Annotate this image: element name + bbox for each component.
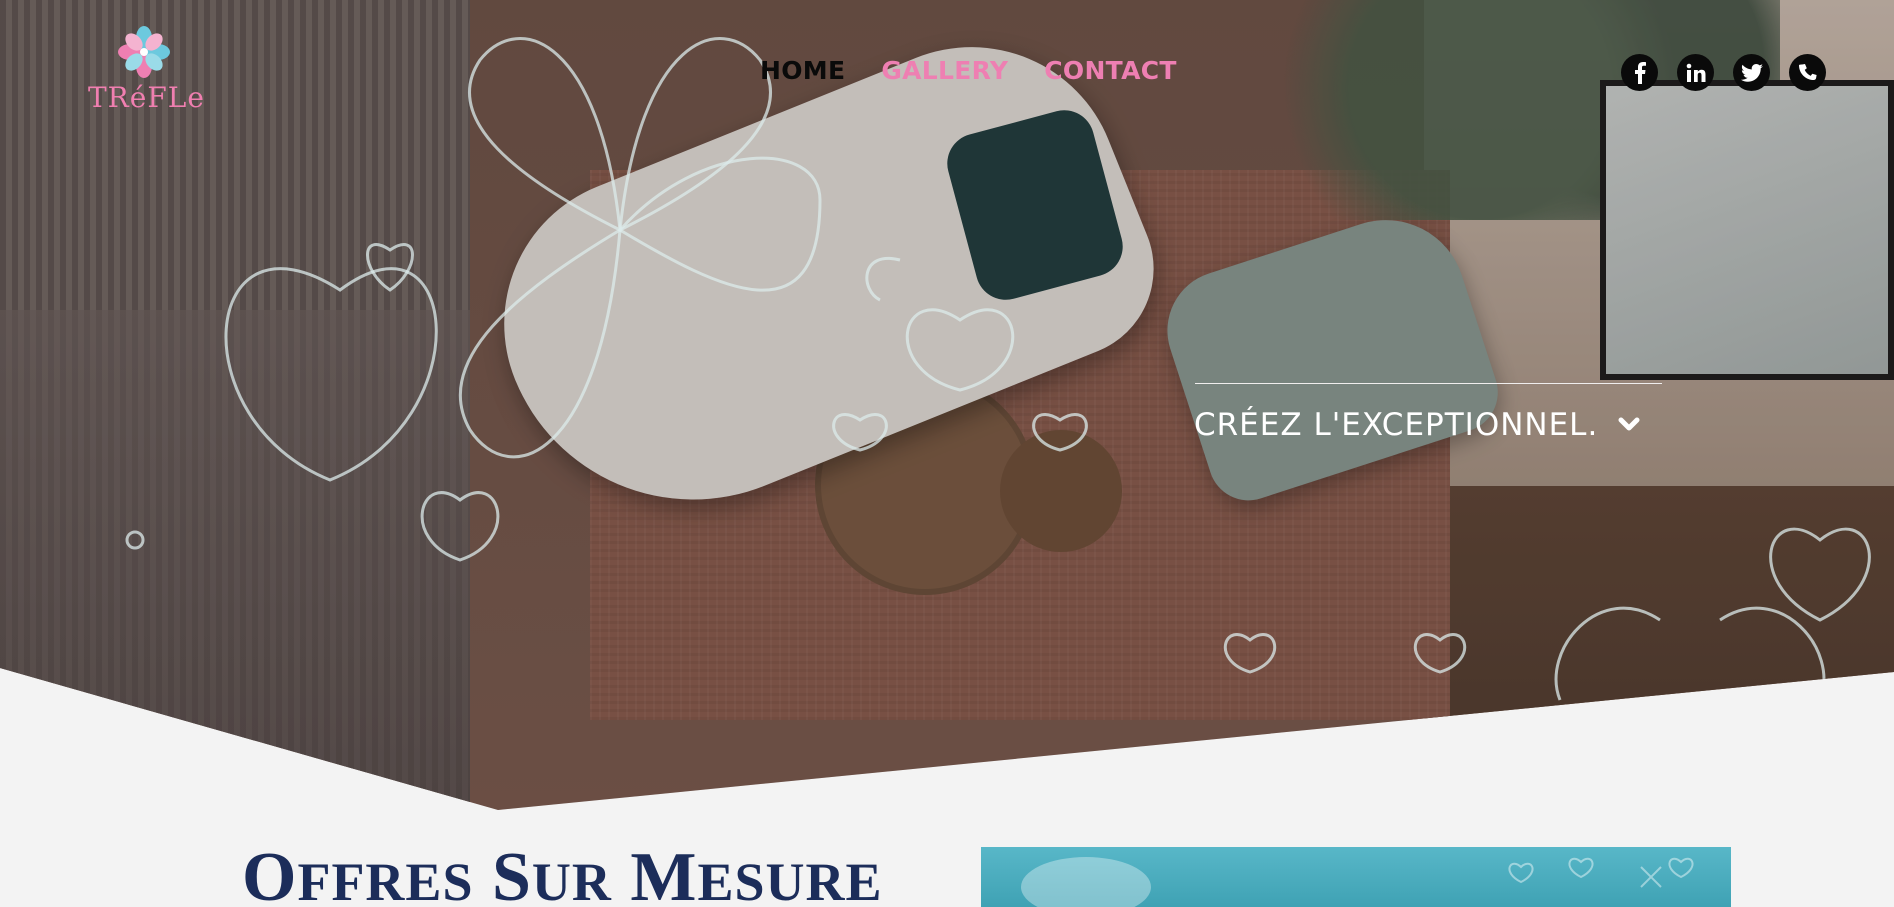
offers-title: Offres Sur Mesure xyxy=(242,838,883,907)
heart-pattern-overlay xyxy=(1508,857,1694,888)
offers-title-part: ffres xyxy=(297,852,474,907)
facebook-icon[interactable] xyxy=(1621,54,1658,91)
phone-icon[interactable] xyxy=(1789,54,1826,91)
offers-title-part: ur xyxy=(531,852,612,907)
social-links xyxy=(1621,54,1826,91)
hero-image xyxy=(0,0,1894,810)
hero-tagline[interactable]: CRÉEZ L'EXCEPTIONNEL. xyxy=(1194,407,1640,443)
chevron-down-icon[interactable] xyxy=(1618,417,1640,433)
tagline-text: CRÉEZ L'EXCEPTIONNEL. xyxy=(1194,407,1599,443)
clover-flower-icon xyxy=(118,26,170,78)
logo[interactable]: TRéFLe xyxy=(88,25,205,114)
nav-gallery[interactable]: GALLERY xyxy=(881,56,1008,85)
nav-contact[interactable]: CONTACT xyxy=(1044,56,1176,85)
twitter-icon[interactable] xyxy=(1733,54,1770,91)
cloud-shape xyxy=(1021,857,1151,907)
logo-text: TRéFLe xyxy=(88,81,205,114)
offers-title-part: O xyxy=(242,839,298,907)
page: TRéFLe HOME GALLERY CONTACT CRÉEZ L'EXCE… xyxy=(0,0,1894,907)
offers-image xyxy=(981,847,1731,907)
linkedin-icon[interactable] xyxy=(1677,54,1714,91)
offers-title-part: M xyxy=(611,839,698,907)
offers-title-part: S xyxy=(473,839,532,907)
tagline-divider xyxy=(1195,383,1662,384)
offers-title-part: esure xyxy=(697,852,883,907)
nav-home[interactable]: HOME xyxy=(760,56,845,85)
main-nav: HOME GALLERY CONTACT xyxy=(760,56,1177,85)
heart-pattern-overlay xyxy=(125,37,1871,701)
